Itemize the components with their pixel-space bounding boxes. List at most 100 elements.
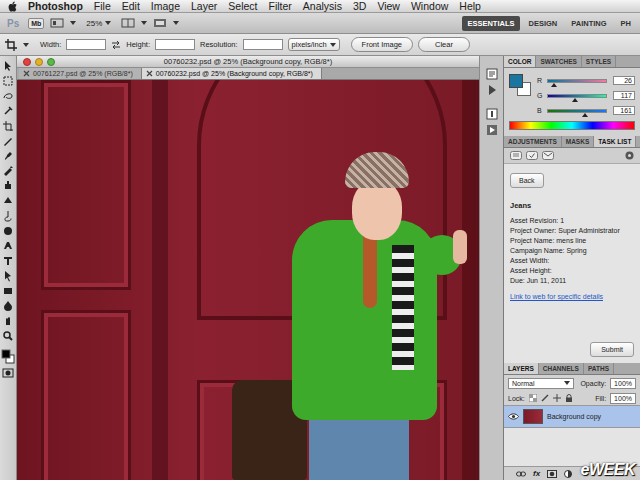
adjustment-layer-icon[interactable]	[568, 470, 572, 477]
info-icon[interactable]	[491, 111, 493, 117]
screen-mode-icon[interactable]	[156, 21, 164, 25]
layer-row[interactable]: Background copy	[504, 406, 640, 428]
color-swatches-icon[interactable]	[2, 350, 10, 358]
mail-icon[interactable]	[544, 153, 552, 156]
slider-thumb[interactable]	[582, 113, 588, 117]
layer-mask-icon[interactable]	[550, 471, 555, 476]
slider-thumb[interactable]	[551, 83, 557, 87]
tool-6-icon[interactable]	[2, 150, 14, 162]
tool-14-icon[interactable]	[2, 270, 14, 282]
info-icon[interactable]	[486, 108, 498, 120]
tool-5-icon[interactable]	[2, 135, 14, 147]
tool-16-icon[interactable]	[4, 301, 12, 311]
arrange-documents-icon[interactable]	[128, 19, 129, 27]
panel-tab[interactable]: MASKS	[562, 136, 594, 147]
unit-dropdown[interactable]: pixels/inch	[288, 38, 340, 51]
layer-mask-icon[interactable]	[548, 470, 557, 477]
tool-2-icon[interactable]	[2, 90, 14, 102]
tool-4-icon[interactable]	[3, 121, 13, 131]
workspace-button[interactable]: ESSENTIALS	[462, 16, 519, 31]
actions-icon[interactable]	[486, 84, 498, 96]
history-icon[interactable]	[487, 69, 497, 79]
arrange-documents-icon[interactable]	[121, 18, 135, 28]
fill-field[interactable]: 100%	[610, 393, 636, 404]
channel-slider[interactable]	[547, 109, 607, 113]
approve-icon[interactable]	[527, 152, 538, 160]
details-link[interactable]: Link to web for specific details	[510, 292, 634, 302]
tool-17-icon[interactable]	[6, 317, 10, 325]
history-icon[interactable]	[486, 68, 498, 80]
tool-4-icon[interactable]	[2, 120, 14, 132]
tool-8-icon[interactable]	[5, 181, 11, 189]
tool-9-icon[interactable]	[4, 197, 12, 203]
menu-item[interactable]: Analysis	[303, 0, 342, 12]
panel-tab[interactable]: ADJUSTMENTS	[504, 136, 562, 147]
layer-mask-icon[interactable]	[547, 470, 557, 478]
lock-position-icon[interactable]	[553, 394, 561, 402]
menu-item[interactable]: File	[94, 0, 111, 12]
lock-transparency-icon[interactable]	[529, 394, 533, 398]
channel-value-field[interactable]: 26	[613, 76, 635, 85]
workspace-button[interactable]: PH	[616, 16, 636, 31]
quick-mask-icon[interactable]	[3, 369, 13, 377]
history-icon[interactable]	[489, 72, 495, 76]
lock-all-icon[interactable]	[566, 398, 572, 403]
tool-15-icon[interactable]	[2, 285, 14, 297]
lock-pixels-icon[interactable]	[541, 394, 549, 402]
lock-pixels-icon[interactable]	[542, 395, 548, 401]
mini-bridge-button[interactable]: Mb	[28, 18, 44, 29]
task-list-icon[interactable]	[513, 154, 519, 156]
submit-button[interactable]: Submit	[590, 342, 634, 357]
panel-tab[interactable]: CHANNELS	[539, 363, 584, 374]
menu-item[interactable]: Layer	[191, 0, 217, 12]
view-extras-icon[interactable]	[53, 21, 56, 25]
tool-0-icon[interactable]	[5, 61, 11, 71]
panel-menu-icon[interactable]	[625, 151, 634, 160]
tool-11-icon[interactable]	[2, 225, 14, 237]
mail-icon[interactable]	[543, 152, 554, 160]
tool-8-icon[interactable]	[2, 180, 14, 192]
close-icon[interactable]	[23, 70, 30, 77]
tool-14-icon[interactable]	[5, 271, 11, 282]
task-list-icon[interactable]	[511, 152, 522, 160]
tool-7-icon[interactable]	[4, 166, 13, 176]
swap-icon[interactable]	[111, 40, 121, 50]
clear-button[interactable]: Clear	[418, 37, 470, 52]
menu-item[interactable]: Edit	[122, 0, 140, 12]
lock-all-icon[interactable]	[567, 395, 571, 399]
tool-12-icon[interactable]	[2, 240, 14, 252]
screen-mode-icon[interactable]	[153, 18, 167, 28]
visibility-toggle[interactable]	[507, 413, 519, 420]
tool-10-icon[interactable]	[5, 211, 11, 221]
tool-3-icon[interactable]	[5, 107, 12, 114]
view-extras-icon[interactable]	[50, 18, 64, 28]
quick-mask-icon[interactable]	[2, 368, 14, 378]
zoom-button[interactable]	[47, 58, 55, 66]
info-icon[interactable]	[487, 109, 497, 119]
apple-icon[interactable]	[9, 1, 17, 11]
channel-slider[interactable]	[547, 94, 607, 98]
close-icon[interactable]	[24, 71, 29, 76]
menu-item[interactable]: Window	[411, 0, 448, 12]
tool-6-icon[interactable]	[5, 152, 12, 160]
tool-18-icon[interactable]	[2, 330, 14, 342]
slider-thumb[interactable]	[572, 98, 578, 102]
color-spectrum[interactable]	[509, 121, 635, 130]
channel-slider[interactable]	[547, 79, 607, 83]
arrange-documents-icon[interactable]	[122, 19, 134, 27]
menu-item[interactable]: View	[377, 0, 400, 12]
blend-mode-dropdown[interactable]: Normal	[508, 378, 574, 389]
channel-value-field[interactable]: 161	[613, 106, 635, 115]
close-button[interactable]	[23, 58, 31, 66]
tool-13-icon[interactable]	[4, 257, 12, 265]
tool-18-icon[interactable]	[9, 337, 12, 340]
tool-17-icon[interactable]	[2, 315, 14, 327]
lock-position-icon[interactable]	[553, 394, 561, 402]
panel-tab[interactable]: TASK LIST	[594, 136, 636, 147]
zoom-dropdown[interactable]: 25%	[82, 19, 115, 28]
crop-tool-icon[interactable]	[4, 38, 18, 52]
menu-item[interactable]: Help	[459, 0, 481, 12]
app-menu[interactable]: Photoshop	[28, 0, 83, 12]
screen-mode-icon[interactable]	[154, 19, 166, 27]
adjustment-layer-icon[interactable]	[565, 470, 572, 477]
